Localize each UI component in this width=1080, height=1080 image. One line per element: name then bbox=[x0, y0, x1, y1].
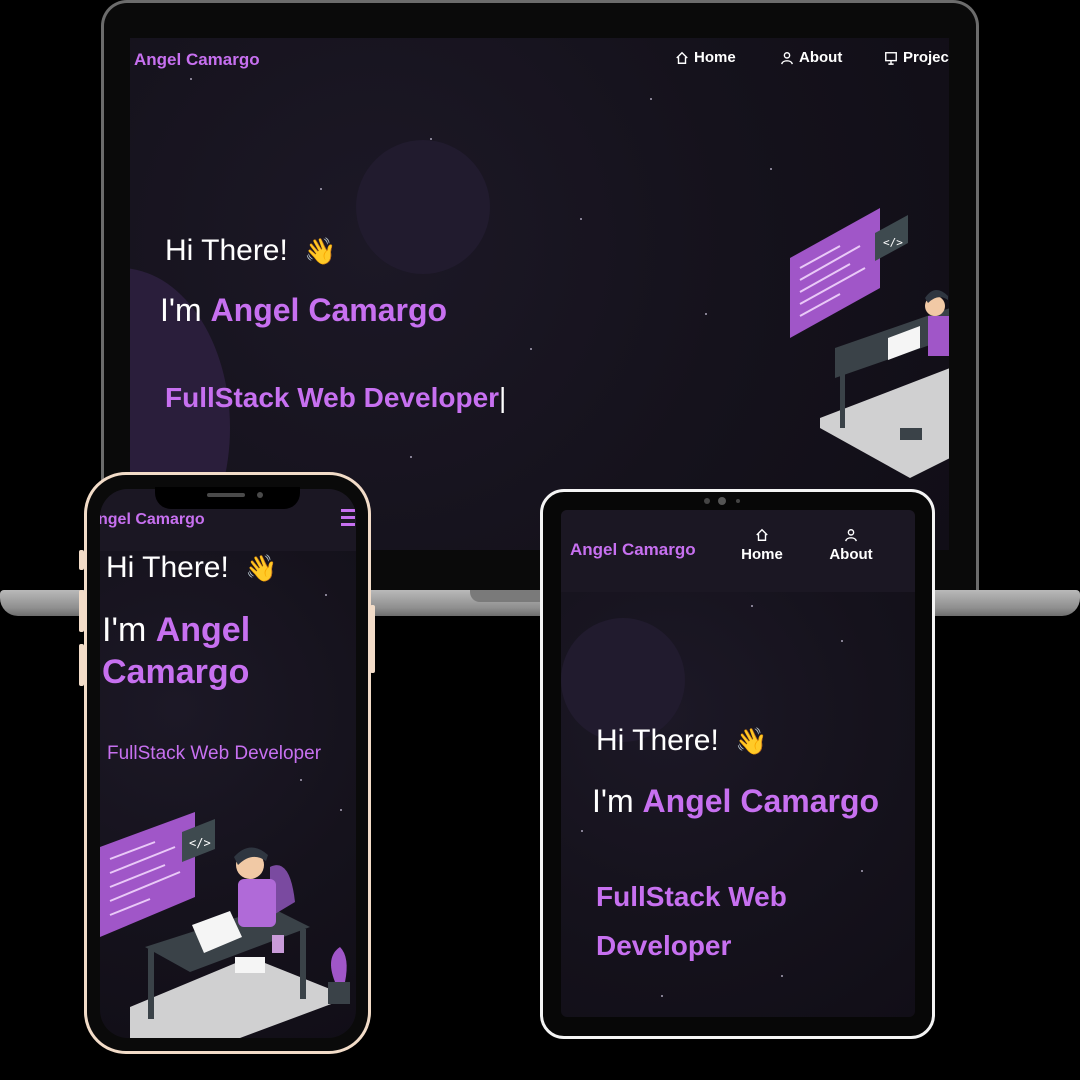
tablet-screen: Angel Camargo Home About Hi There! 👋 I'm… bbox=[561, 510, 915, 1017]
intro-line: I'm Angel Camargo bbox=[592, 783, 879, 820]
star bbox=[580, 218, 582, 220]
star bbox=[781, 975, 783, 977]
decor-circle bbox=[356, 140, 490, 274]
developer-illustration: </> bbox=[100, 812, 350, 1038]
star bbox=[770, 168, 772, 170]
intro-line: I'm Angel Camargo bbox=[102, 609, 250, 693]
star bbox=[841, 640, 843, 642]
role-text: FullStack Web Developer bbox=[165, 382, 500, 413]
brand-logo[interactable]: Angel Camargo bbox=[570, 540, 696, 560]
nav-home-label: Home bbox=[741, 546, 783, 563]
waving-hand-icon: 👋 bbox=[245, 553, 278, 583]
nav-about[interactable]: About bbox=[780, 49, 842, 66]
user-icon bbox=[845, 529, 857, 542]
star bbox=[581, 830, 583, 832]
star bbox=[410, 456, 412, 458]
phone-notch bbox=[155, 487, 300, 509]
greeting-text: Hi There! bbox=[596, 724, 719, 757]
star bbox=[300, 779, 302, 781]
intro-name: Angel Camargo bbox=[642, 783, 880, 819]
code-tag: </> bbox=[189, 836, 211, 850]
user-icon bbox=[781, 51, 793, 64]
star bbox=[320, 188, 322, 190]
waving-hand-icon: 👋 bbox=[735, 726, 768, 756]
greeting: Hi There! 👋 bbox=[596, 724, 768, 758]
phone-screen: ngel Camargo Hi There! 👋 I'm Angel Camar… bbox=[100, 489, 356, 1038]
brand-logo[interactable]: ngel Camargo bbox=[100, 511, 205, 529]
nav-about[interactable]: About bbox=[825, 528, 877, 563]
code-tag: </> bbox=[883, 236, 903, 249]
greeting-text: Hi There! bbox=[106, 551, 229, 584]
developer-illustration: </> bbox=[790, 208, 949, 478]
role-text: FullStack Web Developer bbox=[596, 872, 787, 970]
role-line1: FullStack Web bbox=[596, 881, 787, 912]
nav-home[interactable]: Home bbox=[737, 528, 787, 563]
star bbox=[325, 594, 327, 596]
role-typewriter: FullStack Web Developer| bbox=[165, 382, 507, 413]
star bbox=[661, 995, 663, 997]
phone-power-button bbox=[370, 605, 375, 673]
star bbox=[861, 870, 863, 872]
intro-name-line2: Camargo bbox=[102, 653, 250, 691]
phone-side-button bbox=[79, 550, 84, 570]
intro-name: Angel Camargo bbox=[210, 292, 448, 328]
brand-logo[interactable]: Angel Camargo bbox=[134, 50, 260, 70]
role-line2: Developer bbox=[596, 930, 732, 961]
tablet-sensor bbox=[704, 498, 710, 504]
phone-side-button bbox=[79, 644, 84, 686]
star bbox=[190, 78, 192, 80]
star bbox=[751, 605, 753, 607]
intro-line: I'm Angel Camargo bbox=[160, 292, 447, 329]
intro-prefix: I'm bbox=[160, 292, 202, 328]
role-text: FullStack Web Developer bbox=[107, 743, 322, 764]
waving-hand-icon: 👋 bbox=[304, 236, 337, 266]
star bbox=[705, 313, 707, 315]
home-icon bbox=[756, 528, 768, 541]
nav-about-label: About bbox=[829, 546, 873, 563]
intro-prefix: I'm bbox=[592, 783, 634, 819]
presentation-icon bbox=[885, 51, 897, 65]
nav-projects[interactable]: Projec bbox=[884, 49, 949, 66]
nav-home-label: Home bbox=[694, 49, 736, 66]
nav-home[interactable]: Home bbox=[675, 49, 736, 66]
intro-prefix: I'm bbox=[102, 611, 147, 649]
nav-projects-label: Projec bbox=[903, 49, 949, 66]
greeting: Hi There! 👋 bbox=[165, 234, 337, 268]
greeting-text: Hi There! bbox=[165, 234, 288, 267]
star bbox=[530, 348, 532, 350]
hamburger-icon[interactable] bbox=[341, 509, 355, 527]
phone-side-button bbox=[79, 590, 84, 632]
star bbox=[650, 98, 652, 100]
tablet-sensor bbox=[736, 499, 740, 503]
nav-about-label: About bbox=[799, 49, 843, 66]
home-icon bbox=[676, 51, 688, 64]
tablet-camera bbox=[718, 497, 726, 505]
greeting: Hi There! 👋 bbox=[106, 551, 278, 585]
intro-name-line1: Angel bbox=[155, 611, 251, 649]
